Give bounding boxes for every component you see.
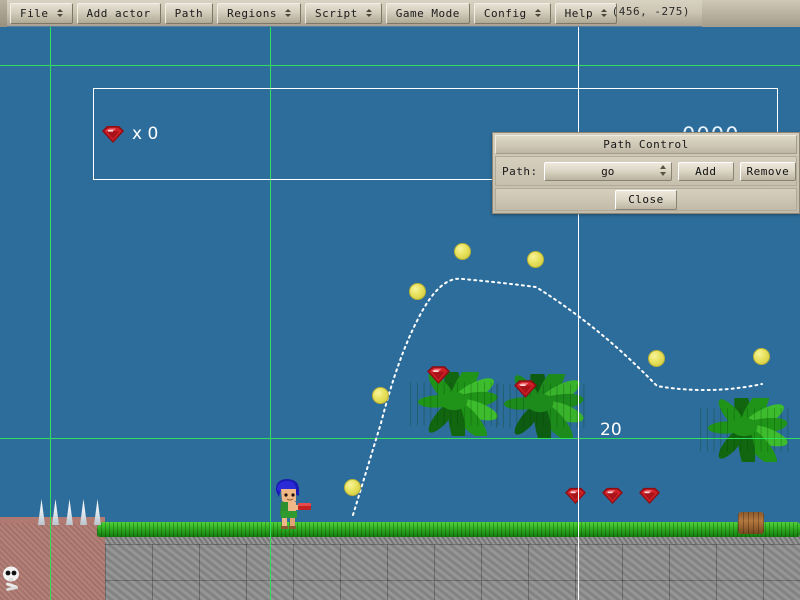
path-node[interactable]: [372, 387, 389, 404]
palm-fronds: [692, 398, 796, 466]
gem-counter: x 0: [100, 124, 158, 144]
dialog-title: Path Control: [495, 135, 797, 154]
chevron-updown-icon: [660, 165, 666, 176]
path-node[interactable]: [409, 283, 426, 300]
path-node[interactable]: [454, 243, 471, 260]
close-button[interactable]: Close: [615, 190, 677, 210]
barrel-sprite[interactable]: [738, 512, 764, 534]
dialog-path-row: Path: go Add Remove: [495, 156, 797, 186]
chevron-updown-icon: [535, 9, 541, 17]
path-select-value: go: [601, 165, 614, 178]
gem-collectible[interactable]: [600, 486, 625, 509]
menu-path-label: Path: [175, 7, 204, 20]
chevron-updown-icon: [366, 9, 372, 17]
menu-regions[interactable]: Regions: [217, 3, 301, 24]
menu-path[interactable]: Path: [165, 3, 214, 24]
editor-window: File Add actor Path Regions Script Game …: [0, 0, 800, 600]
spike-sprite: [80, 499, 87, 525]
path-field-label: Path:: [502, 165, 538, 178]
remove-path-button[interactable]: Remove: [740, 162, 796, 181]
spike-sprite: [94, 499, 101, 525]
guide-line-horizontal[interactable]: [0, 438, 800, 439]
white-guide-vertical[interactable]: [578, 27, 579, 600]
grass-platform: [97, 522, 800, 537]
gem-icon: [100, 124, 126, 144]
player-character[interactable]: [268, 477, 314, 529]
gem-collectible[interactable]: [512, 378, 539, 403]
chevron-updown-icon: [285, 9, 291, 17]
menu-add-actor-label: Add actor: [87, 7, 151, 20]
menu-file[interactable]: File: [10, 3, 73, 24]
path-node[interactable]: [527, 251, 544, 268]
menu-regions-label: Regions: [227, 7, 277, 20]
path-node[interactable]: [753, 348, 770, 365]
menu-file-label: File: [20, 7, 49, 20]
path-control-dialog[interactable]: Path Control Path: go Add Remove Close: [492, 132, 800, 214]
menu-help[interactable]: Help: [555, 3, 618, 24]
spike-sprite: [52, 499, 59, 525]
stone-blocks: [105, 544, 800, 600]
guide-line-vertical[interactable]: [50, 27, 51, 600]
menu-config[interactable]: Config: [474, 3, 551, 24]
menu-script-label: Script: [315, 7, 358, 20]
path-node[interactable]: [344, 479, 361, 496]
gem-collectible[interactable]: [425, 364, 452, 389]
gem-count-label: x 0: [132, 124, 158, 144]
skull-sprite: [2, 565, 24, 591]
menu-bar-filler: [702, 0, 800, 27]
menu-game-mode[interactable]: Game Mode: [386, 3, 470, 24]
dialog-action-row: Close: [495, 188, 797, 211]
menu-game-mode-label: Game Mode: [396, 7, 460, 20]
gem-collectible[interactable]: [637, 486, 662, 509]
game-canvas[interactable]: x 0 0000 20: [0, 27, 800, 600]
chevron-updown-icon: [601, 9, 607, 17]
menu-help-label: Help: [565, 7, 594, 20]
path-select[interactable]: go: [544, 162, 672, 181]
menu-script[interactable]: Script: [305, 3, 382, 24]
chevron-updown-icon: [57, 9, 63, 17]
menu-config-label: Config: [484, 7, 527, 20]
add-path-button[interactable]: Add: [678, 162, 734, 181]
path-node[interactable]: [648, 350, 665, 367]
gem-collectible[interactable]: [563, 486, 588, 509]
menu-bar: File Add actor Path Regions Script Game …: [0, 0, 800, 27]
region-number-label: 20: [600, 420, 622, 440]
spike-sprite: [38, 499, 45, 525]
guide-line-horizontal[interactable]: [0, 65, 800, 66]
menu-add-actor[interactable]: Add actor: [77, 3, 161, 24]
spike-sprite: [66, 499, 73, 525]
cursor-coordinates: (456, -275): [612, 5, 690, 18]
palm-fronds: [488, 374, 592, 442]
